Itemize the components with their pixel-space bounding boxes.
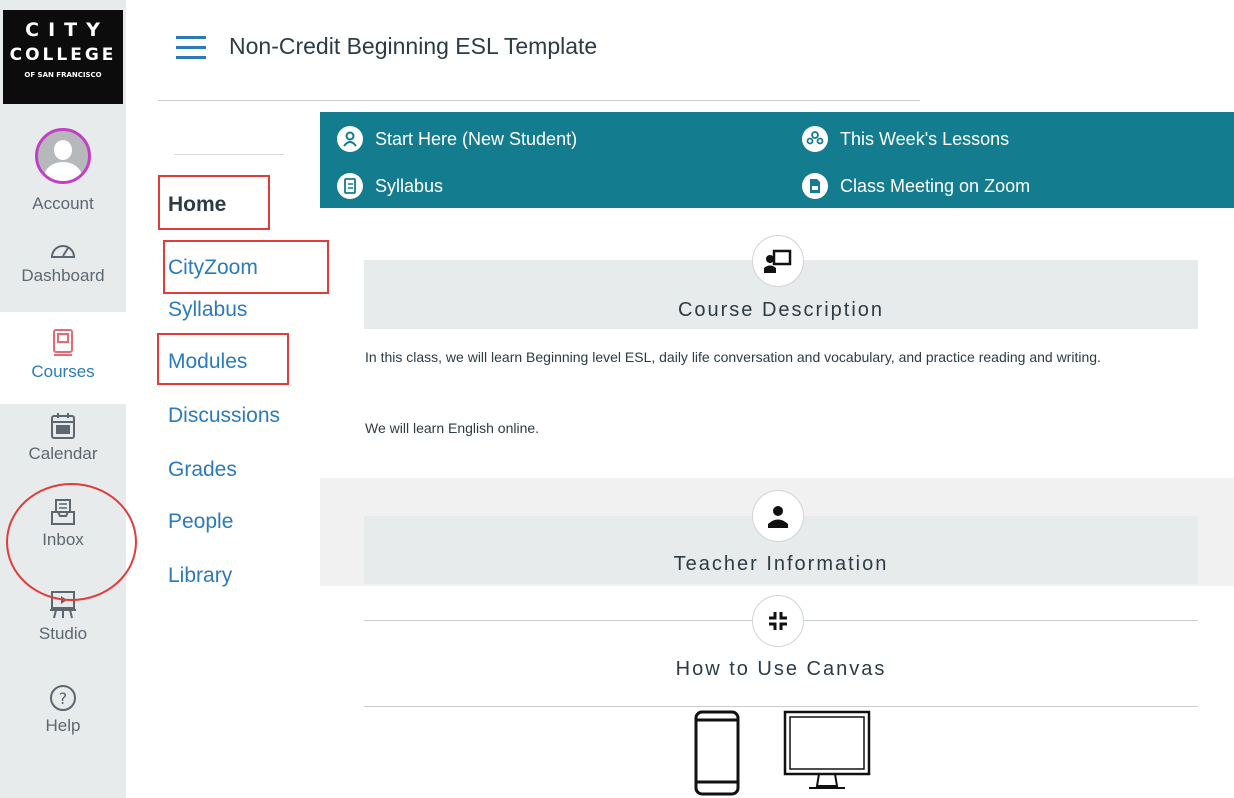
course-nav-discussions[interactable]: Discussions — [168, 404, 280, 428]
calendar-icon — [51, 413, 75, 439]
user-icon — [752, 490, 804, 542]
nav-help-label: Help — [45, 716, 81, 735]
course-nav-grades[interactable]: Grades — [168, 458, 237, 482]
help-icon: ? — [50, 685, 76, 711]
logo-line-2: COLLEGE — [9, 45, 117, 65]
person-icon — [337, 126, 363, 152]
global-nav: CITY COLLEGE OF SAN FRANCISCO Account Da… — [0, 0, 126, 798]
dashboard-icon — [51, 245, 75, 258]
nav-account-label: Account — [32, 194, 94, 213]
course-description-text-2: We will learn English online. — [365, 420, 540, 436]
group-icon — [802, 126, 828, 152]
nav-courses[interactable]: Courses — [0, 312, 126, 404]
course-nav-people[interactable]: People — [168, 510, 233, 534]
course-nav-library[interactable]: Library — [168, 564, 232, 588]
logo-line-1: CITY — [25, 19, 109, 41]
banner-this-week-link[interactable]: This Week's Lessons — [802, 126, 1009, 152]
how-to-use-canvas-title: How to Use Canvas — [675, 658, 887, 680]
course-title[interactable]: Non-Credit Beginning ESL Template — [229, 33, 597, 60]
college-logo[interactable]: CITY COLLEGE OF SAN FRANCISCO — [3, 10, 123, 104]
document-icon — [802, 173, 828, 199]
svg-text:?: ? — [59, 689, 68, 708]
banner-zoom-link[interactable]: Class Meeting on Zoom — [802, 173, 1030, 199]
course-description-text: In this class, we will learn Beginning l… — [365, 349, 1101, 365]
banner-syllabus-link[interactable]: Syllabus — [337, 173, 443, 199]
avatar — [35, 128, 91, 184]
presentation-icon — [752, 235, 804, 287]
teacher-information-title: Teacher Information — [673, 553, 889, 575]
course-description-title: Course Description — [677, 299, 885, 321]
nav-studio[interactable]: Studio — [0, 590, 126, 666]
nav-calendar-label: Calendar — [28, 444, 98, 463]
list-icon — [337, 173, 363, 199]
banner-syllabus-label: Syllabus — [375, 175, 444, 196]
logo-line-3: OF SAN FRANCISCO — [24, 71, 102, 79]
banner-start-here-link[interactable]: Start Here (New Student) — [337, 126, 577, 152]
nav-help[interactable]: ? Help — [0, 684, 126, 760]
header-divider — [158, 100, 920, 101]
nav-dashboard[interactable]: Dashboard — [0, 236, 126, 312]
compress-icon — [752, 595, 804, 647]
courses-icon — [53, 329, 73, 356]
nav-courses-label: Courses — [31, 362, 95, 381]
computer-monitor-icon — [783, 710, 871, 789]
course-nav-faded-text — [174, 154, 284, 155]
banner-start-here-label: Start Here (New Student) — [375, 128, 578, 149]
banner-this-week-label: This Week's Lessons — [840, 128, 1010, 149]
course-banner: Start Here (New Student) This Week's Les… — [320, 112, 1234, 208]
nav-account[interactable]: Account — [0, 128, 126, 214]
phone-icon — [694, 710, 740, 796]
cityzoom-highlight-box — [163, 240, 329, 294]
nav-calendar[interactable]: Calendar — [0, 412, 126, 488]
canvas-divider-bottom — [364, 706, 1198, 707]
nav-studio-label: Studio — [38, 624, 88, 643]
course-nav-syllabus[interactable]: Syllabus — [168, 298, 247, 322]
hamburger-menu-icon[interactable] — [176, 36, 206, 60]
banner-zoom-label: Class Meeting on Zoom — [840, 175, 1031, 196]
modules-highlight-box — [157, 333, 289, 385]
home-highlight-box — [158, 175, 270, 230]
nav-dashboard-label: Dashboard — [21, 266, 105, 285]
inbox-highlight-circle — [6, 483, 137, 601]
